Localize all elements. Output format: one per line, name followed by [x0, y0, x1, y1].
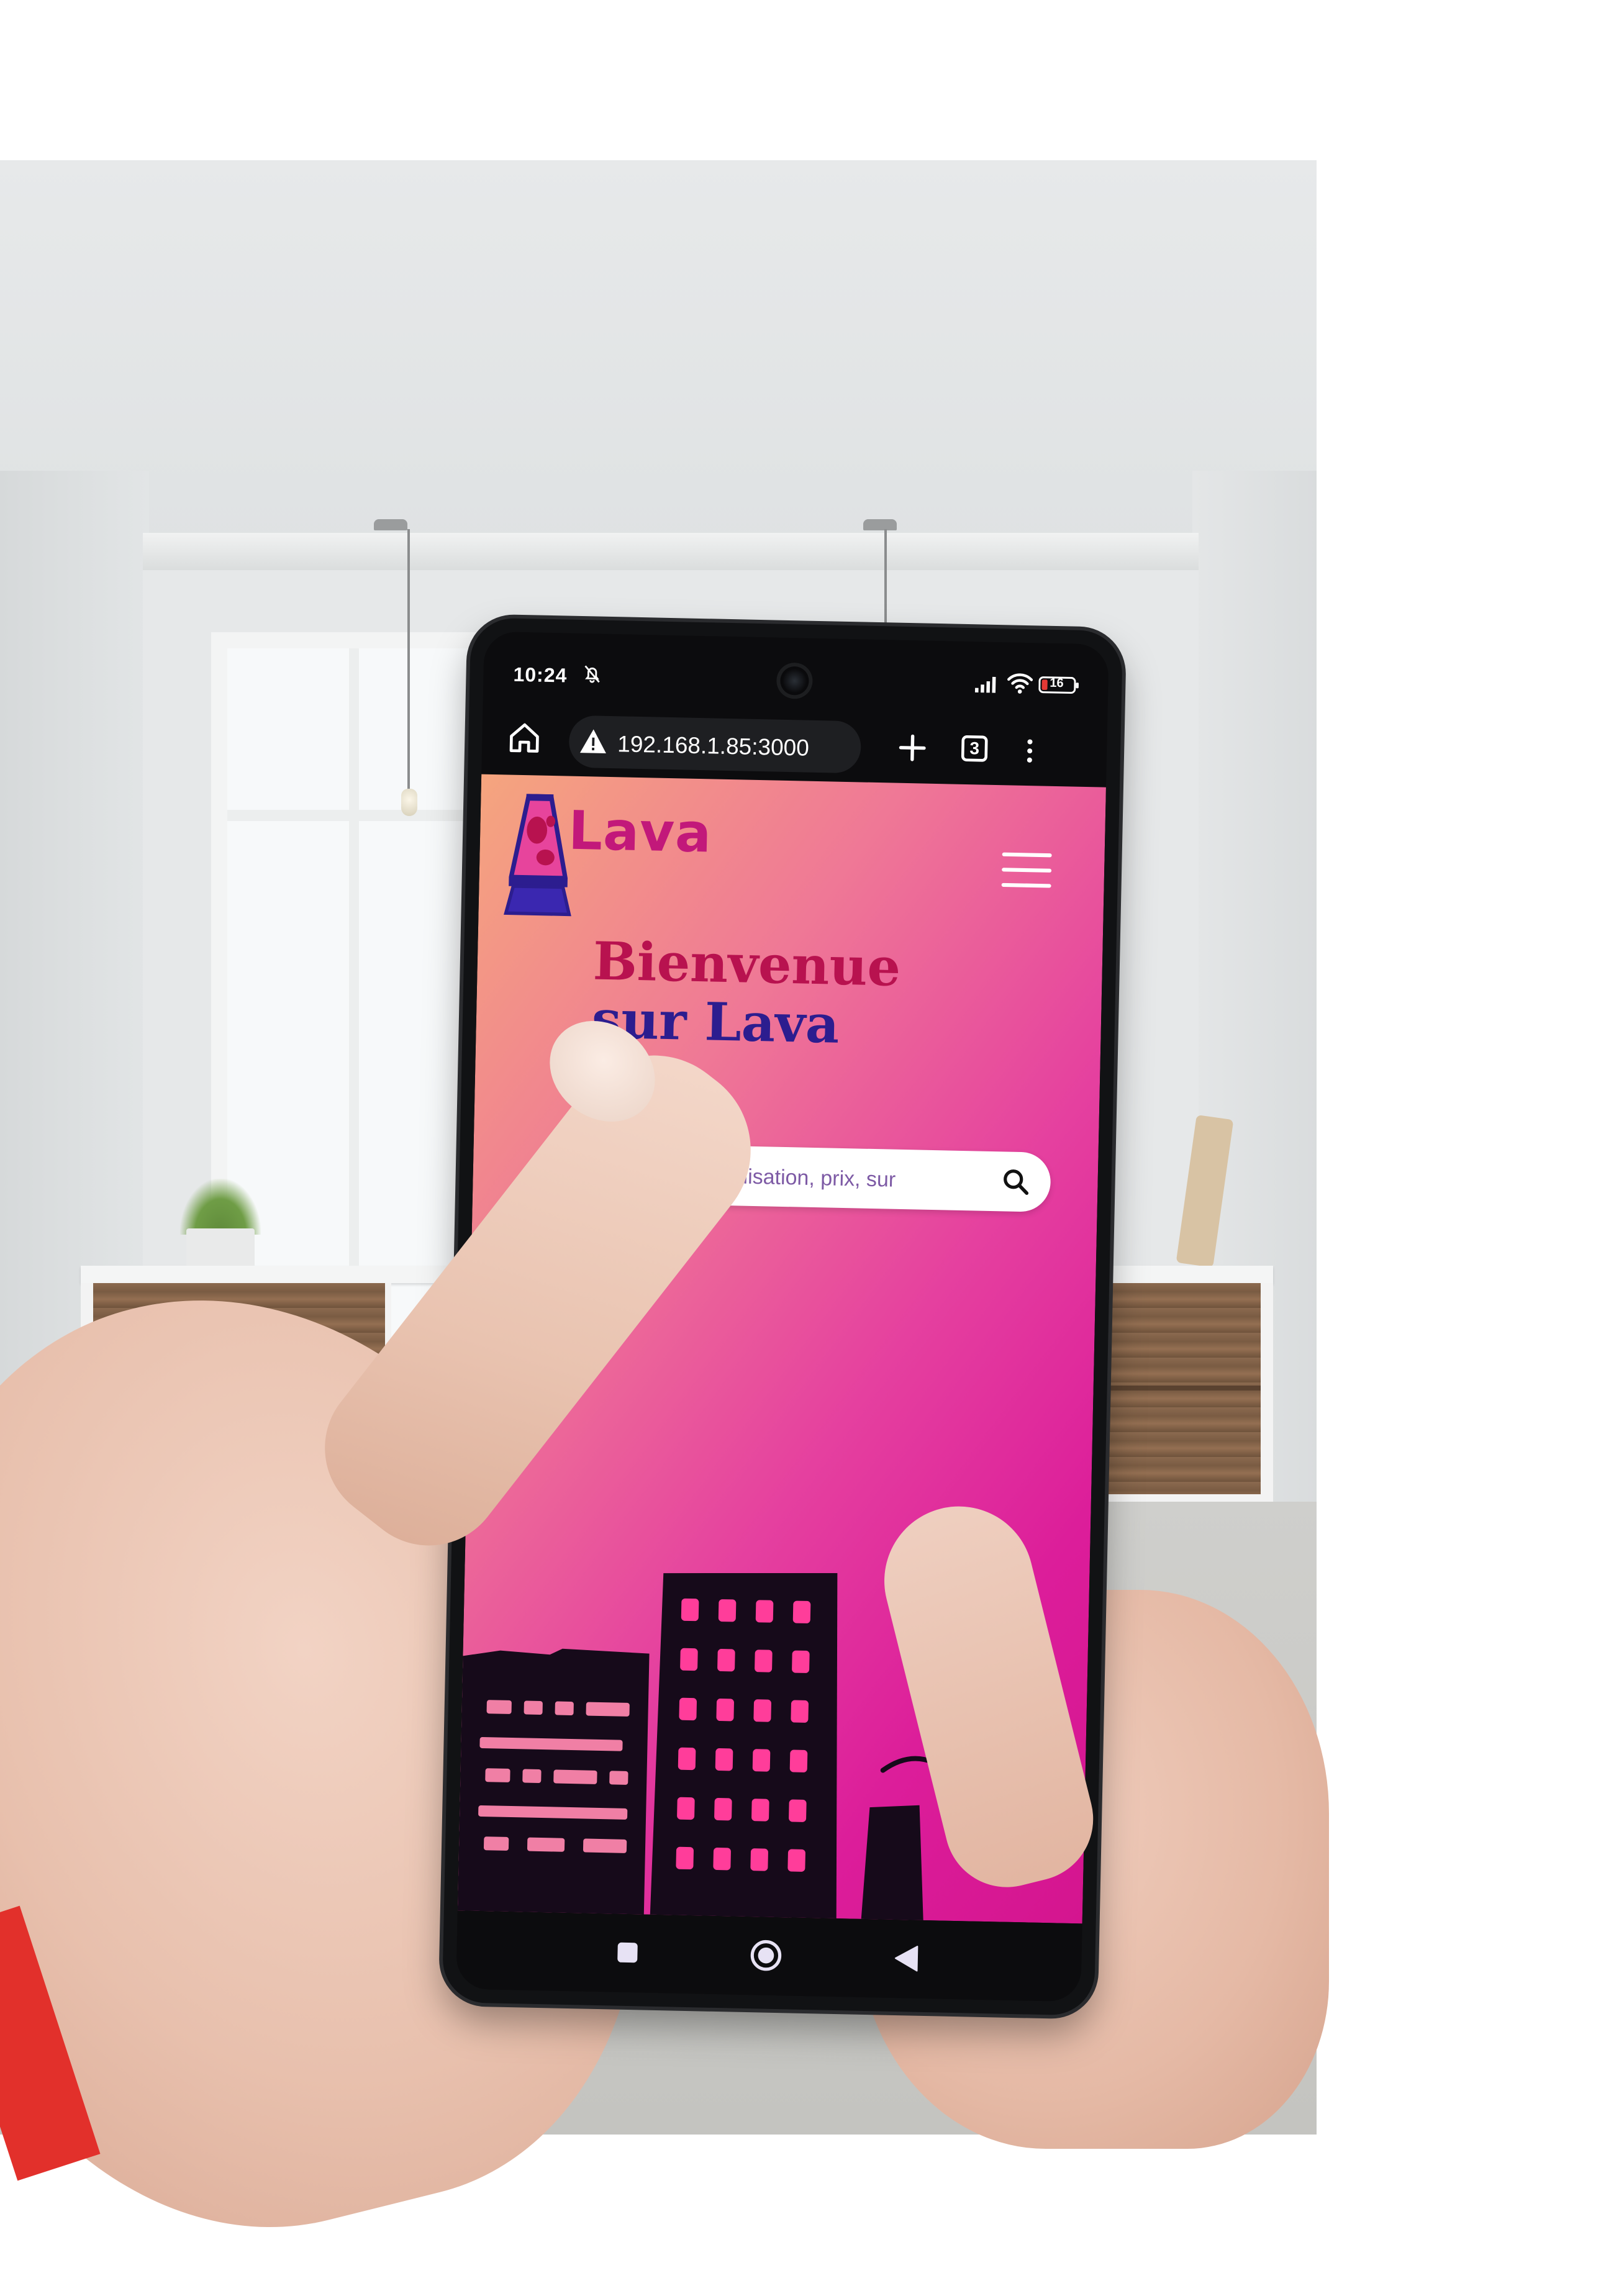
wifi-icon [1007, 673, 1033, 694]
status-time: 10:24 [513, 663, 568, 687]
search-icon[interactable] [1000, 1166, 1031, 1197]
building-left [457, 1648, 650, 1915]
menu-dots-icon[interactable] [1016, 733, 1044, 769]
plant [180, 1179, 261, 1235]
lava-lamp-logo-icon[interactable] [503, 793, 574, 919]
pendant-cap-left [374, 519, 407, 530]
system-nav-bar [456, 1910, 1082, 2002]
hero-title-line2: sur Lava [591, 988, 840, 1055]
nav-home-icon[interactable] [748, 1938, 784, 1973]
logo-text[interactable]: Lava [568, 800, 712, 865]
address-bar[interactable]: 192.168.1.85:3000 [568, 715, 862, 774]
window-transom [227, 810, 481, 821]
url-text[interactable]: 192.168.1.85:3000 [617, 731, 809, 761]
building-tall [650, 1572, 838, 1919]
status-bar: 10:24 16 [483, 632, 1109, 719]
browser-toolbar: 192.168.1.85:3000 3 [481, 706, 1107, 787]
pendant-cap-right [863, 519, 897, 530]
muted-bell-icon [584, 665, 600, 683]
hamburger-menu-icon[interactable] [1000, 850, 1052, 891]
pendant-cord-left [407, 529, 410, 790]
tab-count[interactable]: 3 [959, 738, 991, 759]
home-icon[interactable] [507, 720, 542, 756]
hero-title: Bienvenue sur Lava [591, 930, 991, 1056]
nav-recent-icon[interactable] [615, 1940, 640, 1966]
pendant-bulb [401, 789, 417, 816]
plus-icon[interactable] [897, 732, 928, 764]
signal-icon [974, 676, 996, 693]
hero-title-line1: Bienvenue [592, 930, 902, 998]
cornice [143, 533, 1199, 570]
cabinet-right [1093, 1283, 1261, 1494]
warning-icon[interactable] [579, 728, 608, 755]
ceiling [0, 160, 1317, 545]
front-camera [779, 666, 809, 696]
battery-level: 16 [1050, 676, 1064, 691]
nav-back-icon[interactable] [892, 1943, 920, 1974]
